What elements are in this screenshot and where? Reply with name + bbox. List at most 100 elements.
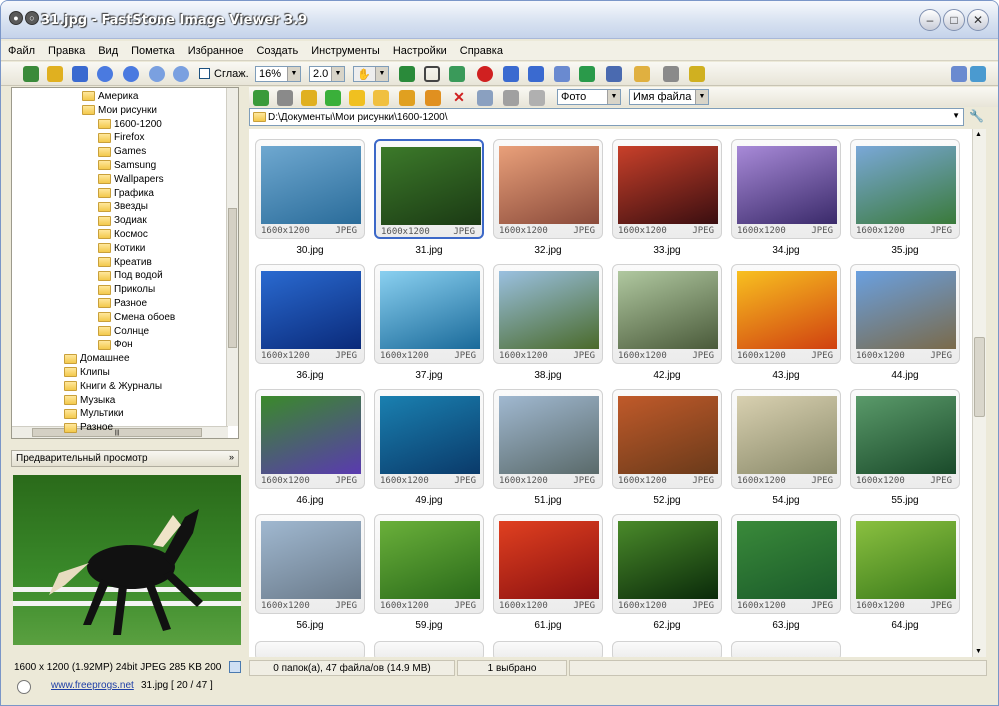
tree-item[interactable]: Firefox	[98, 131, 145, 144]
thumbnail-item[interactable]: 1600x1200 JPEG 42.jpg	[612, 264, 724, 381]
thumbnail-item[interactable]: 1600x1200 JPEG 30.jpg	[255, 139, 367, 256]
menu-tools[interactable]: Инструменты	[304, 41, 386, 61]
thumbnail-card[interactable]: 1600x1200 JPEG	[850, 264, 960, 364]
previous-icon[interactable]	[97, 66, 113, 82]
thumbnail-card-partial[interactable]	[493, 641, 603, 657]
thumbnail-card[interactable]: 1600x1200 JPEG	[731, 264, 841, 364]
forward-icon[interactable]	[277, 90, 293, 106]
tree-hscroll-thumb[interactable]: |||	[32, 428, 202, 437]
zoom-select[interactable]: 16% ▼	[255, 66, 301, 82]
thumbnail-item[interactable]: 1600x1200 JPEG 36.jpg	[255, 264, 367, 381]
tree-item[interactable]: Музыка	[64, 394, 115, 407]
tree-item[interactable]: Креатив	[98, 256, 152, 269]
tree-item[interactable]: Games	[98, 145, 146, 158]
thumbnail-card[interactable]: 1600x1200 JPEG	[255, 139, 365, 239]
thumbnail-item[interactable]: 1600x1200 JPEG 64.jpg	[850, 514, 962, 631]
next-icon[interactable]	[123, 66, 139, 82]
full-view-icon[interactable]	[970, 66, 986, 82]
thumbnail-item[interactable]: 1600x1200 JPEG 46.jpg	[255, 389, 367, 506]
tree-item[interactable]: Америка	[82, 90, 138, 103]
thumbnail-card[interactable]: 1600x1200 JPEG	[255, 264, 365, 364]
tree-item[interactable]: Фон	[98, 338, 133, 351]
tree-item[interactable]: Графика	[98, 187, 154, 200]
gallery-scroll-thumb[interactable]	[974, 337, 985, 417]
print-icon[interactable]	[663, 66, 679, 82]
thumbnail-item[interactable]: 1600x1200 JPEG 59.jpg	[374, 514, 486, 631]
tree-item[interactable]: Приколы	[98, 283, 155, 296]
thumbnail-item[interactable]: 1600x1200 JPEG 31.jpg	[374, 139, 486, 256]
copy-to-icon[interactable]	[399, 90, 415, 106]
menu-help[interactable]: Справка	[453, 41, 509, 61]
thumbnail-item[interactable]: 1600x1200 JPEG 55.jpg	[850, 389, 962, 506]
system-menu-icon[interactable]: ●	[9, 11, 23, 25]
tree-item[interactable]: Солнце	[98, 325, 149, 338]
tree-item[interactable]: Книги & Журналы	[64, 380, 162, 393]
scroll-down-icon[interactable]: ▼	[975, 648, 982, 655]
thumbnail-item[interactable]: 1600x1200 JPEG 37.jpg	[374, 264, 486, 381]
thumbnail-item[interactable]: 1600x1200 JPEG 38.jpg	[493, 264, 605, 381]
tree-item[interactable]: Разное	[64, 421, 113, 434]
up-folder-icon[interactable]	[301, 90, 317, 106]
thumbnail-card[interactable]: 1600x1200 JPEG	[493, 264, 603, 364]
color-adjust-icon[interactable]	[449, 66, 465, 82]
thumbnail-card[interactable]: 1600x1200 JPEG	[612, 389, 722, 489]
resize-icon[interactable]	[399, 66, 415, 82]
save-icon[interactable]	[72, 66, 88, 82]
thumbnail-item[interactable]: 1600x1200 JPEG 52.jpg	[612, 389, 724, 506]
menu-favorites[interactable]: Избранное	[181, 41, 250, 61]
tree-item[interactable]: 1600-1200	[98, 118, 162, 131]
tree-item[interactable]: Клипы	[64, 366, 110, 379]
thumbnail-item[interactable]: 1600x1200 JPEG 63.jpg	[731, 514, 843, 631]
thumbnails-icon[interactable]	[554, 66, 570, 82]
tree-item[interactable]: Смена обоев	[98, 311, 175, 324]
delete-icon[interactable]: ✕	[451, 90, 467, 106]
menu-file[interactable]: Файл	[1, 41, 41, 61]
path-dropdown-icon[interactable]: ▼	[952, 111, 960, 120]
thumbnail-item[interactable]: 1600x1200 JPEG 34.jpg	[731, 139, 843, 256]
thumbnail-card[interactable]: 1600x1200 JPEG	[612, 264, 722, 364]
menu-settings[interactable]: Настройки	[386, 41, 453, 61]
tree-item[interactable]: Звезды	[98, 200, 148, 213]
email-icon[interactable]	[634, 66, 650, 82]
gallery-scrollbar[interactable]: ▲ ▼	[972, 129, 986, 657]
smooth-checkbox[interactable]	[199, 68, 210, 79]
menu-view[interactable]: Вид	[91, 41, 124, 61]
thumbnail-card[interactable]: 1600x1200 JPEG	[374, 139, 484, 239]
freeprogs-link[interactable]: www.freeprogs.net	[51, 680, 134, 691]
tree-item[interactable]: Космос	[98, 228, 148, 241]
tree-item[interactable]: Мои рисунки	[82, 104, 157, 117]
thumbnail-card[interactable]: 1600x1200 JPEG	[255, 389, 365, 489]
rotate-left-icon[interactable]	[503, 66, 519, 82]
thumbnail-card[interactable]: 1600x1200 JPEG	[493, 139, 603, 239]
maximize-button[interactable]: □	[943, 9, 965, 31]
list-view-icon[interactable]	[529, 90, 545, 106]
menu-create[interactable]: Создать	[249, 41, 304, 61]
minimize-button[interactable]: –	[919, 9, 941, 31]
thumbnail-item[interactable]: 1600x1200 JPEG 61.jpg	[493, 514, 605, 631]
rotate-right-icon[interactable]	[528, 66, 544, 82]
thumbnail-card[interactable]: 1600x1200 JPEG	[850, 514, 960, 614]
tree-item[interactable]: Мультики	[64, 407, 124, 420]
move-to-icon[interactable]	[425, 90, 441, 106]
tree-item[interactable]: Зодиак	[98, 214, 147, 227]
refresh-icon[interactable]	[325, 90, 341, 106]
back-icon[interactable]	[253, 90, 269, 106]
thumbnail-card[interactable]: 1600x1200 JPEG	[612, 139, 722, 239]
fullscreen-icon[interactable]	[606, 66, 622, 82]
thumbnail-item[interactable]: 1600x1200 JPEG 33.jpg	[612, 139, 724, 256]
sort-field-select[interactable]: Имя файла ▼	[629, 89, 709, 105]
settings-icon[interactable]	[689, 66, 705, 82]
thumbnail-card[interactable]: 1600x1200 JPEG	[493, 389, 603, 489]
window-icon[interactable]: ○	[25, 11, 39, 25]
open-folder-icon[interactable]	[23, 66, 39, 82]
thumbnail-card[interactable]: 1600x1200 JPEG	[731, 389, 841, 489]
tree-item[interactable]: Под водой	[98, 269, 163, 282]
gamma-select[interactable]: 2.0 ▼	[309, 66, 345, 82]
thumbnail-item[interactable]: 1600x1200 JPEG 44.jpg	[850, 264, 962, 381]
tree-item[interactable]: Wallpapers	[98, 173, 164, 186]
thumbnail-card[interactable]: 1600x1200 JPEG	[731, 514, 841, 614]
thumbnail-card[interactable]: 1600x1200 JPEG	[374, 389, 484, 489]
browse-icon[interactable]	[47, 66, 63, 82]
tree-item[interactable]: Котики	[98, 242, 145, 255]
thumbnail-item[interactable]: 1600x1200 JPEG 43.jpg	[731, 264, 843, 381]
